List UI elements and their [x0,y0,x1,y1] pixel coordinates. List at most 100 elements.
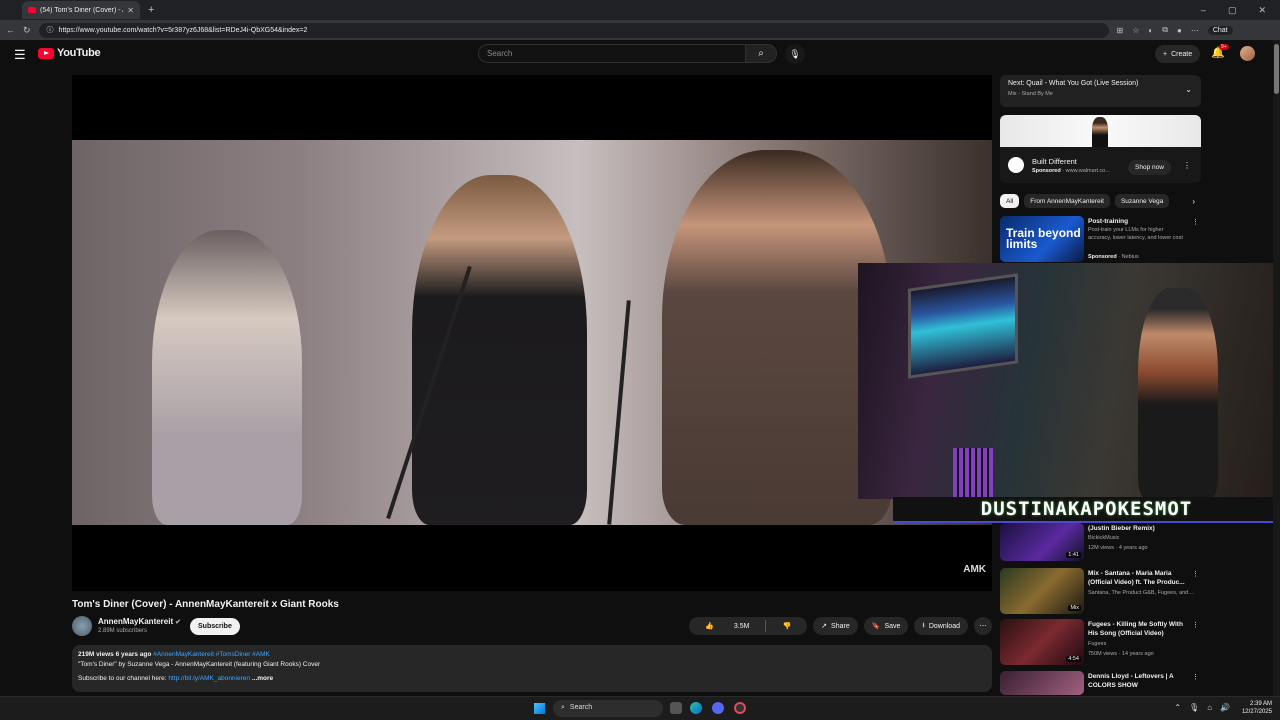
taskbar-search[interactable]: ⌕ Search [553,700,663,717]
up-next-panel[interactable]: Next: Quail - What You Got (Live Session… [1000,75,1201,107]
close-window-icon[interactable]: ✕ [1258,5,1266,16]
edge-browser-icon[interactable] [690,702,702,714]
description-box[interactable]: 219M views 6 years ago #AnnenMayKanterei… [72,645,992,692]
channel-avatar[interactable] [72,616,92,636]
new-tab-button[interactable]: + [148,4,154,16]
more-vertical-icon[interactable]: ⋮ [1192,570,1199,578]
tab-close-icon[interactable]: ✕ [127,6,134,15]
subscribe-button[interactable]: Subscribe [190,618,240,635]
search-icon: ⌕ [561,704,565,711]
save-button[interactable]: 🔖 Save [863,617,909,635]
views-and-date: 219M views 6 years ago [78,651,152,658]
advertiser-logo-icon [1008,157,1024,173]
search-button[interactable]: ⌕ [745,44,777,63]
chevron-right-icon[interactable]: › [1192,197,1195,206]
minimize-icon[interactable]: – [1201,5,1206,16]
webcam-monitor [908,273,1018,379]
promo-description: Post-train your LLMs for higher accuracy… [1088,227,1183,241]
more-vertical-icon[interactable]: ⋮ [1192,673,1199,681]
scrollbar-thumb[interactable] [1274,44,1279,94]
clock[interactable]: 2:39 AM 12/27/2025 [1242,700,1272,716]
share-button[interactable]: ↗ Share [813,617,858,635]
browser-tab[interactable]: (54) Tom's Diner (Cover) - An ✕ [22,1,140,19]
show-more-button[interactable]: ...more [252,675,273,682]
recommended-video[interactable]: Dennis Lloyd - Leftovers | A COLORS SHOW… [1000,671,1201,695]
promo-sponsored-line: Sponsored · Nebius [1088,254,1139,260]
address-bar[interactable]: ⓘ https://www.youtube.com/watch?v=5r387y… [38,22,1109,38]
more-actions-button[interactable]: ⋯ [974,617,992,635]
back-icon[interactable]: ← [6,25,15,35]
sponsored-ad-card[interactable]: Built Different Sponsored · www.walmart.… [1000,115,1201,183]
recommended-video[interactable]: Mix Mix - Santana - Maria Maria (Officia… [1000,568,1201,614]
more-vertical-icon[interactable]: ⋮ [1183,161,1191,170]
channel-watermark[interactable]: AMK [963,564,986,575]
chip-all[interactable]: All [1000,194,1020,208]
download-button[interactable]: ⭳ Download [914,617,968,635]
microphone-icon[interactable]: 🎙 [1189,703,1199,712]
video-title: Tom's Diner (Cover) - AnnenMayKantereit … [72,599,339,610]
like-button[interactable]: 👍 3.5M [689,622,765,631]
subscriber-count: 2.89M subscribers [98,628,148,634]
video-thumbnail [1000,671,1084,695]
chevron-down-icon[interactable]: ⌄ [1185,85,1192,94]
download-label: Download [928,622,960,630]
more-horizontal-icon: ⋯ [979,623,987,630]
logo-text: YouTube [57,47,101,59]
copilot-chat-button[interactable]: Chat [1207,25,1233,35]
plus-icon: + [1163,50,1168,58]
streamer-webcam-overlay [858,263,1280,499]
voice-search-button[interactable]: 🎙 [785,44,805,64]
volume-icon[interactable]: 🔊 [1220,703,1230,712]
install-icon[interactable]: ⊞ [1117,26,1124,35]
favorite-star-icon[interactable]: ☆ [1132,26,1139,35]
hashtags[interactable]: #AnnenMayKantereit #TomsDiner #AMK [153,651,270,658]
maximize-icon[interactable]: ▢ [1228,5,1237,16]
mic-stand [607,300,631,525]
video-meta: 750M views · 14 years ago [1088,651,1154,657]
account-avatar[interactable] [1240,46,1255,61]
video-player[interactable]: AMK [72,75,992,591]
subscribe-link[interactable]: http://bit.ly/AMK_abonnieren [168,675,250,682]
search-input[interactable]: Search [478,44,745,63]
collections-icon[interactable]: ⧉ [1162,25,1168,35]
chip-from-channel[interactable]: From AnnenMayKantereit [1024,194,1110,208]
shop-now-button[interactable]: Shop now [1128,160,1171,175]
dislike-button[interactable]: 👎 [766,622,807,630]
video-thumbnail: Mix [1000,568,1084,614]
share-icon: ↗ [821,623,828,630]
system-tray: ⌃ 🎙 ⌂ 🔊 [1174,703,1230,712]
task-view-icon[interactable] [670,702,682,714]
more-vertical-icon[interactable]: ⋮ [1192,218,1199,226]
video-meta: 12M views · 4 years ago [1088,545,1148,551]
video-actions: 👍 3.5M 👎 ↗ Share 🔖 Save ⭳ Download ⋯ [689,617,992,635]
chevron-up-icon[interactable]: ⌃ [1174,703,1181,712]
more-menu-icon[interactable]: ⋯ [1191,26,1199,35]
up-next-playlist: Mix - Stand By Me [1008,91,1053,97]
site-info-icon[interactable]: ⓘ [47,25,54,35]
sponsored-label: Sponsored [1032,168,1061,174]
youtube-logo[interactable]: YouTube [38,47,101,59]
more-vertical-icon[interactable]: ⋮ [1192,621,1199,629]
windows-start-icon[interactable] [534,703,545,714]
video-thumbnail: 4:54 [1000,619,1084,665]
discord-icon[interactable] [712,702,724,714]
profile-icon[interactable]: ● [1177,26,1182,35]
create-button[interactable]: + Create [1155,45,1201,63]
page-scrollbar[interactable] [1273,40,1280,696]
webcam-keyboard [953,448,993,498]
extension-icon[interactable]: ◐ [1148,26,1153,35]
promoted-video[interactable]: Train beyond limits Post-training Post-t… [1000,216,1201,262]
video-title: (Justin Bieber Remix) [1088,525,1155,532]
network-icon[interactable]: ⌂ [1207,703,1212,712]
obs-icon[interactable] [734,702,746,714]
recommended-video[interactable]: 1:41 (Justin Bieber Remix) BickickMusic … [1000,523,1201,561]
recommended-video[interactable]: 4:54 Fugees - Killing Me Softly With His… [1000,619,1201,665]
reload-icon[interactable]: ↻ [23,25,31,36]
browser-tab-strip: (54) Tom's Diner (Cover) - An ✕ + – ▢ ✕ [0,0,1280,20]
description-subscribe-text: Subscribe to our channel here: [78,675,169,682]
channel-name-row[interactable]: AnnenMayKantereit ✔ [98,617,181,626]
video-channel: BickickMusic [1088,535,1120,541]
filter-chips: All From AnnenMayKantereit Suzanne Vega [1000,194,1201,210]
menu-icon[interactable]: ☰ [14,47,26,63]
chip-suzanne-vega[interactable]: Suzanne Vega [1114,194,1170,208]
